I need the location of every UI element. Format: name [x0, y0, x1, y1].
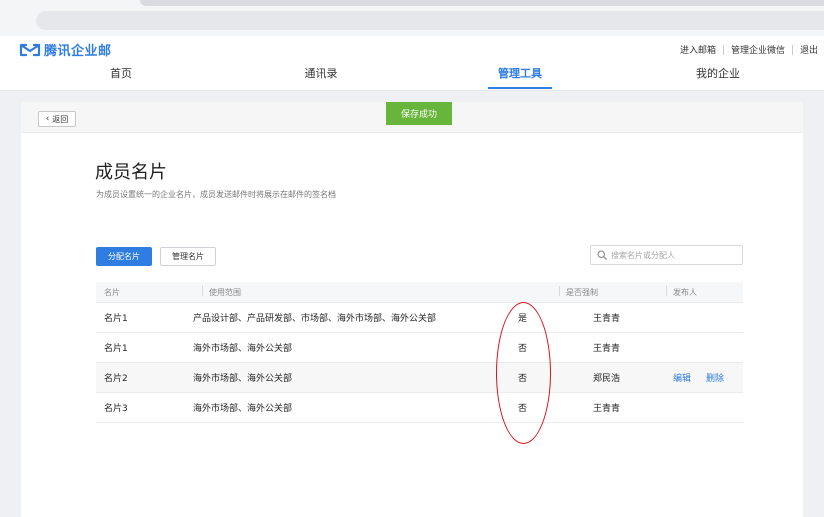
brand-logo[interactable]: 腾讯企业邮 — [19, 40, 112, 59]
card-publisher: 王青青 — [593, 314, 621, 324]
card-name: 名片1 — [104, 314, 128, 324]
card-scope: 海外市场部、海外公关部 — [193, 404, 293, 414]
table-row[interactable]: 名片3 海外市场部、海外公关部 否 王青青 — [96, 393, 743, 423]
card-scope: 产品设计部、产品研发部、市场部、海外市场部、海外公关部 — [193, 314, 437, 324]
divider — [722, 44, 724, 55]
manage-wecom-link[interactable]: 管理企业微信 — [731, 43, 785, 56]
card-name: 名片1 — [104, 344, 128, 354]
browser-chrome — [0, 0, 824, 36]
column-publisher: 发布人 — [666, 285, 697, 297]
top-links: 进入邮箱 管理企业微信 退出 — [680, 43, 818, 56]
tab-home[interactable]: 首页 — [101, 62, 141, 90]
table-row[interactable]: 名片2 海外市场部、海外公关部 否 郑民浩 编辑 删除 — [96, 363, 743, 393]
save-success-toast: 保存成功 — [386, 102, 452, 125]
back-button[interactable]: ‹ 返回 — [38, 111, 76, 127]
card-forced: 否 — [518, 374, 528, 384]
column-scope: 使用范围 — [202, 285, 241, 297]
divider — [791, 44, 793, 55]
browser-tab-strip — [140, 0, 824, 6]
brand-name: 腾讯企业邮 — [44, 44, 112, 59]
tab-admin-tools[interactable]: 管理工具 — [488, 62, 552, 90]
main-nav: 首页 通讯录 管理工具 我的企业 — [0, 62, 824, 91]
page-description: 为成员设置统一的企业名片，成员发送邮件时将展示在邮件的签名档 — [96, 190, 336, 199]
tencent-mail-logo-icon — [19, 43, 41, 56]
edit-link[interactable]: 编辑 — [673, 371, 691, 384]
row-actions: 编辑 删除 — [673, 371, 739, 384]
tab-my-company[interactable]: 我的企业 — [690, 62, 746, 90]
page-title: 成员名片 — [95, 162, 167, 183]
back-label: 返回 — [52, 114, 69, 124]
card-forced: 是 — [518, 314, 528, 324]
card-scope: 海外市场部、海外公关部 — [193, 374, 293, 384]
browser-address-bar[interactable] — [36, 11, 824, 30]
card-table: 名片 使用范围 是否强制 发布人 名片1 产品设计部、产品研发部、市场部、海外市… — [96, 282, 743, 423]
table-row[interactable]: 名片1 产品设计部、产品研发部、市场部、海外市场部、海外公关部 是 王青青 — [96, 303, 743, 333]
card-publisher: 郑民浩 — [593, 374, 621, 384]
table-row[interactable]: 名片1 海外市场部、海外公关部 否 王青青 — [96, 333, 743, 363]
top-header: 腾讯企业邮 进入邮箱 管理企业微信 退出 — [0, 36, 824, 63]
card-publisher: 王青青 — [593, 344, 621, 354]
card-scope: 海外市场部、海外公关部 — [193, 344, 293, 354]
card-name: 名片2 — [104, 374, 128, 384]
enter-mailbox-link[interactable]: 进入邮箱 — [680, 43, 716, 56]
table-header: 名片 使用范围 是否强制 发布人 — [96, 282, 743, 303]
search-icon — [597, 250, 607, 260]
card-publisher: 王青青 — [593, 404, 621, 414]
chevron-left-icon: ‹ — [45, 114, 50, 124]
card-forced: 否 — [518, 344, 528, 354]
manage-card-button[interactable]: 管理名片 — [160, 247, 216, 266]
column-forced: 是否强制 — [559, 285, 598, 297]
search-box[interactable] — [590, 245, 743, 265]
tab-contacts[interactable]: 通讯录 — [298, 62, 344, 90]
card-forced: 否 — [518, 404, 528, 414]
logout-link[interactable]: 退出 — [800, 43, 818, 56]
card-name: 名片3 — [104, 404, 128, 414]
main-panel: ‹ 返回 保存成功 成员名片 为成员设置统一的企业名片，成员发送邮件时将展示在邮… — [21, 102, 803, 517]
column-card: 名片 — [104, 287, 120, 297]
assign-card-button[interactable]: 分配名片 — [96, 247, 152, 266]
delete-link[interactable]: 删除 — [706, 371, 724, 384]
search-input[interactable] — [611, 250, 731, 260]
